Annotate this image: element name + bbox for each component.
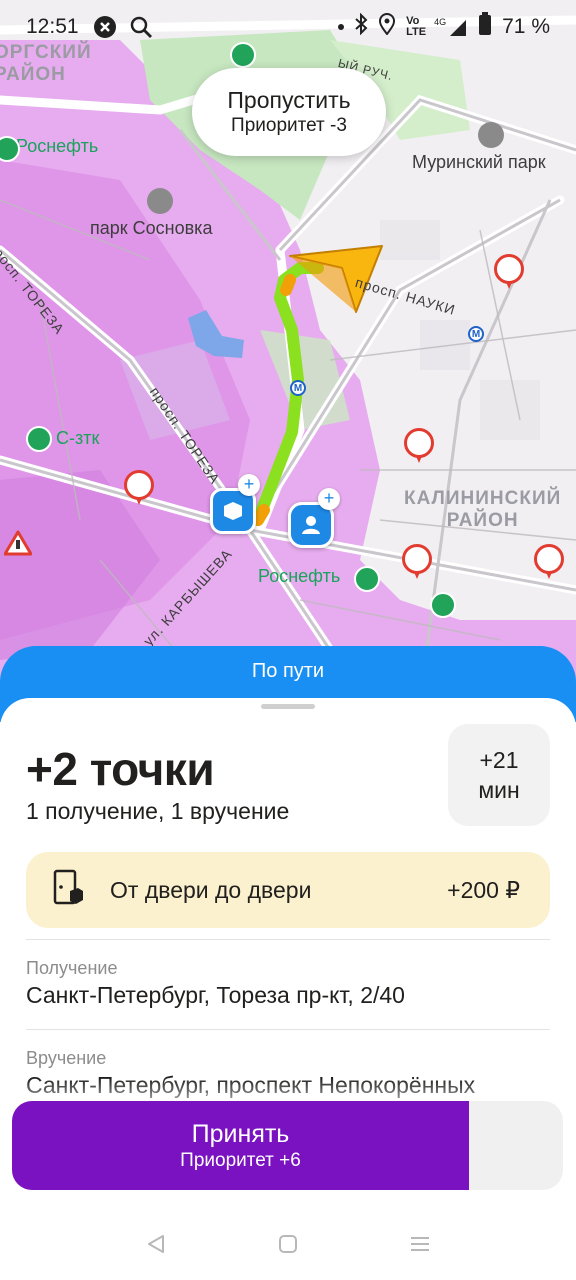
speed-camera-icon[interactable] [124, 470, 154, 505]
points-subtitle: 1 получение, 1 вручение [26, 798, 290, 824]
points-title: +2 точки [26, 743, 215, 795]
plus-badge: + [318, 488, 340, 510]
poi-label-rosneft-2: Роснефть [258, 566, 341, 586]
accept-button[interactable]: Принять Приоритет +6 [12, 1101, 469, 1190]
park-tree-icon [478, 122, 504, 148]
metro-icon[interactable]: М [468, 326, 484, 342]
poi-label-murinsky-park: Муринский парк [412, 152, 546, 172]
door-to-door-label: От двери до двери [110, 876, 312, 903]
home-icon[interactable] [277, 1233, 299, 1255]
action-bar: Принять Приоритет +6 [12, 1101, 563, 1190]
skip-priority: Приоритет -3 [231, 115, 347, 136]
speed-camera-icon[interactable] [404, 428, 434, 463]
skip-title: Пропустить [227, 87, 351, 113]
poi-label-park-sosnovka: парк Сосновка [90, 218, 213, 238]
box-icon [224, 502, 242, 520]
gas-station-icon[interactable] [430, 592, 456, 618]
gas-station-icon[interactable] [354, 566, 380, 592]
park-tree-icon [147, 188, 173, 214]
gas-station-icon[interactable] [26, 426, 52, 452]
status-time: 12:51 [26, 15, 79, 38]
dot-icon [338, 24, 345, 30]
speed-camera-icon[interactable] [402, 544, 432, 579]
location-icon [378, 13, 396, 41]
sheet-grabber[interactable] [261, 704, 315, 709]
battery-percent: 71 % [502, 15, 550, 38]
battery-icon [478, 12, 492, 42]
search-icon [129, 15, 153, 39]
divider [26, 1029, 550, 1030]
signal-icon: 4G [434, 17, 468, 37]
status-bar: 12:51 Vo LTE 4G 71 % [0, 0, 576, 54]
poi-label-s-ztk: С-зтк [56, 428, 100, 448]
pickup-caption: Получение [26, 958, 118, 978]
person-icon [302, 516, 320, 534]
metro-icon[interactable]: М [290, 380, 306, 396]
order-sheet: +2 точки 1 получение, 1 вручение +21 мин… [0, 698, 576, 1280]
accept-priority: Приоритет +6 [180, 1149, 301, 1171]
door-box-icon [52, 869, 84, 912]
recents-icon[interactable] [409, 1233, 431, 1255]
pickup-address: Санкт-Петербург, Тореза пр-кт, 2/40 [26, 982, 405, 1008]
delivery-caption: Вручение [26, 1048, 107, 1068]
plus-badge: + [238, 474, 260, 496]
back-icon[interactable] [145, 1233, 167, 1255]
system-nav-bar [0, 1208, 576, 1280]
skip-bubble[interactable]: Пропустить Приоритет -3 [192, 68, 386, 156]
speed-camera-icon[interactable] [494, 254, 524, 289]
poi-label-rosneft-1: Роснефть [16, 136, 99, 156]
extra-time-value: +21 [479, 747, 519, 773]
extra-time-box: +21 мин [448, 724, 550, 826]
accident-camera-icon[interactable] [534, 544, 564, 579]
door-to-door-banner: От двери до двери +200 ₽ [26, 852, 550, 928]
shazam-icon [93, 15, 117, 39]
map-view[interactable]: ОРГСКИЙ РАЙОН КАЛИНИНСКИЙ РАЙОН Мурински… [0, 0, 576, 700]
accept-title: Принять [191, 1119, 290, 1148]
on-the-way-title: По пути [251, 660, 325, 682]
bluetooth-icon [354, 12, 368, 41]
extra-time-unit: мин [478, 777, 520, 803]
network-type: 4G [434, 17, 447, 27]
road-works-icon[interactable] [4, 530, 32, 556]
divider [26, 939, 550, 940]
door-to-door-price: +200 ₽ [447, 876, 520, 903]
district-label-kalininsky: КАЛИНИНСКИЙ РАЙОН [404, 488, 562, 531]
volte-icon: Vo LTE [406, 15, 427, 38]
